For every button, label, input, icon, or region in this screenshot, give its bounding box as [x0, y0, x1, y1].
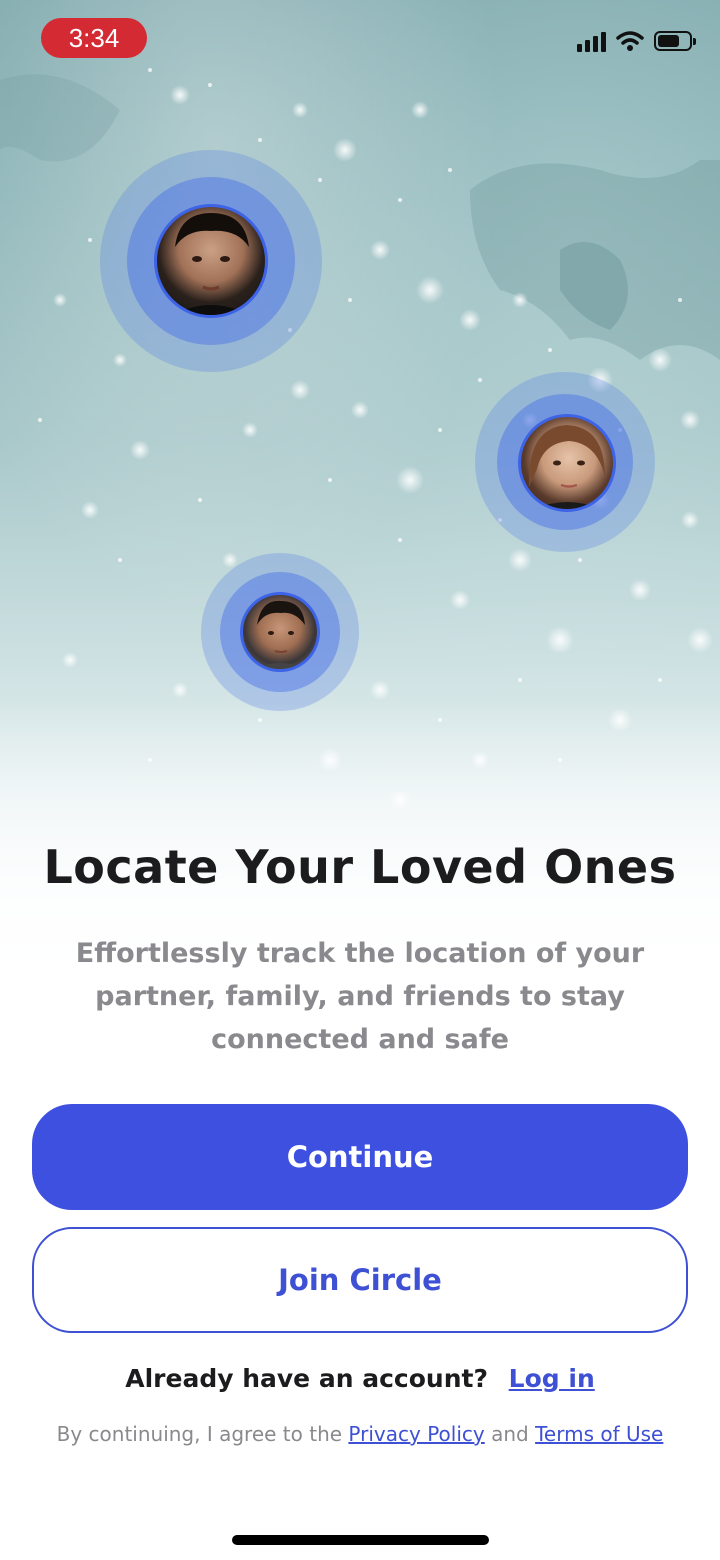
login-link[interactable]: Log in: [509, 1364, 595, 1393]
location-pin-avatar-1: [100, 150, 322, 372]
page-title: Locate Your Loved Ones: [43, 840, 677, 894]
avatar-young-man: [154, 204, 268, 318]
page-subtitle: Effortlessly track the location of your …: [75, 938, 645, 1055]
status-time: 3:34: [41, 18, 147, 58]
avatar-young-woman: [518, 414, 616, 512]
status-bar: 3:34: [0, 0, 720, 80]
join-circle-button[interactable]: Join Circle: [32, 1227, 688, 1333]
continue-button[interactable]: Continue: [32, 1104, 688, 1210]
home-indicator[interactable]: [232, 1535, 489, 1545]
avatar-teen-boy: [240, 592, 320, 672]
battery-fill: [658, 35, 679, 47]
terms-of-use-link[interactable]: Terms of Use: [535, 1422, 663, 1446]
legal-prefix: By continuing, I agree to the: [56, 1422, 343, 1446]
onboarding-screen: 3:34 Locate Your Loved Ones Effortlessly…: [0, 0, 720, 1560]
wifi-icon: [616, 31, 644, 51]
status-icons: [577, 30, 696, 52]
login-prompt-row: Already have an account? Log in: [0, 1364, 720, 1393]
battery-icon: [654, 31, 696, 51]
location-pin-avatar-2: [475, 372, 655, 552]
login-prompt-text: Already have an account?: [125, 1364, 488, 1393]
legal-and: and: [491, 1422, 529, 1446]
location-pin-avatar-3: [201, 553, 359, 711]
privacy-policy-link[interactable]: Privacy Policy: [348, 1422, 484, 1446]
legal-consent-row: By continuing, I agree to the Privacy Po…: [0, 1422, 720, 1446]
signal-icon: [577, 30, 606, 52]
